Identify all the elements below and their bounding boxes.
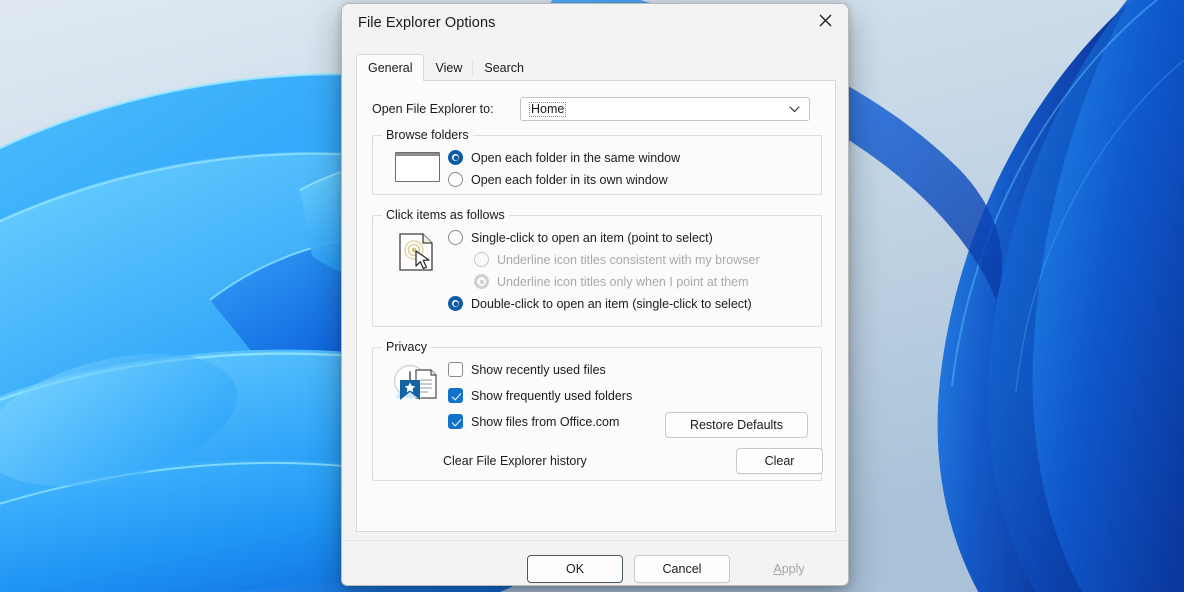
dialog-titlebar: File Explorer Options	[342, 4, 848, 44]
open-file-explorer-to-row: Open File Explorer to: Home	[372, 97, 822, 121]
file-explorer-options-dialog: File Explorer Options General View Searc…	[341, 3, 849, 586]
radio-indicator	[448, 230, 463, 245]
tab-general[interactable]: General	[356, 54, 425, 81]
radio-single-click[interactable]: Single-click to open an item (point to s…	[448, 230, 713, 245]
clear-button-label: Clear	[764, 454, 795, 468]
clear-history-label: Clear File Explorer history	[443, 454, 587, 468]
checkbox-show-recently-used-files-label: Show recently used files	[471, 362, 606, 377]
browse-folders-legend: Browse folders	[382, 128, 473, 142]
tab-strip: General View Search	[356, 54, 535, 81]
checkbox-indicator	[448, 362, 463, 377]
clear-button[interactable]: Clear	[736, 448, 823, 474]
radio-open-own-window-label: Open each folder in its own window	[471, 172, 668, 187]
checkbox-show-frequently-used-folders[interactable]: Show frequently used folders	[448, 388, 632, 403]
close-icon	[819, 14, 831, 27]
privacy-legend: Privacy	[382, 340, 431, 354]
open-file-explorer-to-dropdown[interactable]: Home	[520, 97, 810, 121]
checkbox-show-office-files-label: Show files from Office.com	[471, 414, 620, 429]
tab-search-label: Search	[484, 61, 524, 75]
radio-double-click[interactable]: Double-click to open an item (single-cli…	[448, 296, 752, 311]
cancel-button[interactable]: Cancel	[634, 555, 730, 583]
general-tab-panel: Open File Explorer to: Home Browse folde…	[356, 80, 836, 532]
window-preview-icon	[395, 152, 440, 182]
radio-indicator	[448, 172, 463, 187]
open-file-explorer-to-label: Open File Explorer to:	[372, 102, 494, 116]
privacy-history-icon	[393, 364, 437, 400]
checkbox-show-recently-used-files[interactable]: Show recently used files	[448, 362, 606, 377]
radio-underline-browser: Underline icon titles consistent with my…	[474, 252, 760, 267]
tab-view-label: View	[435, 61, 463, 75]
tab-view[interactable]: View	[424, 55, 474, 81]
radio-double-click-label: Double-click to open an item (single-cli…	[471, 296, 752, 311]
apply-button-label: Apply	[773, 562, 804, 576]
ok-button-label: OK	[565, 562, 585, 576]
tab-search[interactable]: Search	[473, 55, 535, 81]
browse-folders-group: Browse folders Open each folder in the s…	[372, 128, 822, 195]
tab-general-label: General	[368, 61, 413, 75]
radio-indicator	[448, 150, 463, 165]
checkbox-show-frequently-used-folders-label: Show frequently used folders	[471, 388, 633, 403]
chevron-down-icon	[789, 106, 800, 113]
apply-rest: pply	[781, 562, 805, 576]
open-file-explorer-to-value: Home	[529, 102, 567, 117]
radio-underline-browser-label: Underline icon titles consistent with my…	[497, 252, 760, 267]
desktop: File Explorer Options General View Searc…	[0, 0, 1184, 592]
cancel-button-label: Cancel	[662, 562, 702, 576]
restore-defaults-button[interactable]: Restore Defaults	[665, 412, 808, 438]
radio-indicator	[474, 252, 489, 267]
apply-button: Apply	[741, 555, 837, 583]
checkbox-indicator	[448, 388, 463, 403]
radio-open-same-window[interactable]: Open each folder in the same window	[448, 150, 680, 165]
radio-indicator	[448, 296, 463, 311]
radio-underline-point: Underline icon titles only when I point …	[474, 274, 749, 289]
click-items-legend: Click items as follows	[382, 208, 509, 222]
checkbox-indicator	[448, 414, 463, 429]
ok-button[interactable]: OK	[527, 555, 623, 583]
close-button[interactable]	[802, 4, 848, 37]
apply-accel-letter: A	[773, 562, 782, 576]
radio-open-own-window[interactable]: Open each folder in its own window	[448, 172, 668, 187]
footer-separator	[342, 540, 848, 541]
radio-underline-point-label: Underline icon titles only when I point …	[497, 274, 749, 289]
radio-open-same-window-label: Open each folder in the same window	[471, 150, 681, 165]
restore-defaults-label: Restore Defaults	[689, 418, 784, 432]
radio-indicator	[474, 274, 489, 289]
document-click-icon	[399, 233, 433, 271]
radio-single-click-label: Single-click to open an item (point to s…	[471, 230, 713, 245]
dialog-title: File Explorer Options	[358, 15, 496, 31]
checkbox-show-office-files[interactable]: Show files from Office.com	[448, 414, 619, 429]
click-items-group: Click items as follows Single-click to o…	[372, 208, 822, 327]
